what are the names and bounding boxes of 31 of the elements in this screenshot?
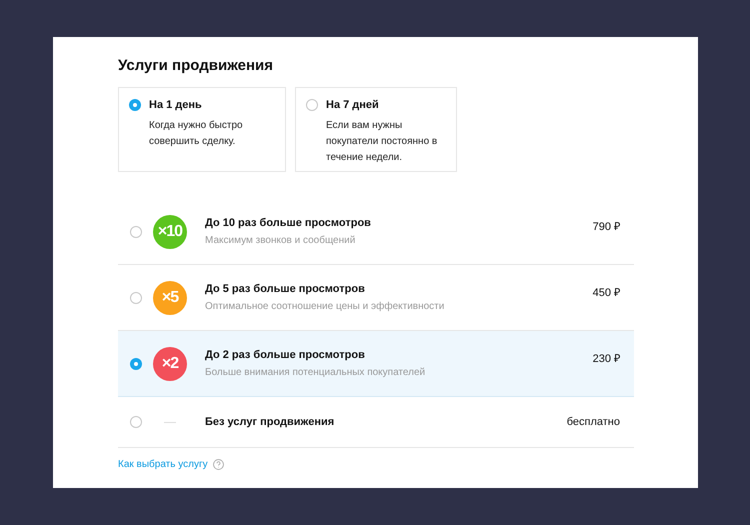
- option-description: Когда нужно быстро совершить сделку.: [149, 119, 244, 149]
- radio-button[interactable]: [130, 358, 142, 370]
- option-title: До 10 раз больше просмотров: [205, 216, 372, 230]
- multiplier-badge: ×10: [153, 214, 187, 248]
- radio-button[interactable]: [130, 416, 142, 428]
- option-price: 450 ₽: [592, 286, 620, 299]
- option-price: 230 ₽: [592, 352, 620, 365]
- option-subtitle: Максимум звонков и сообщений: [205, 234, 356, 248]
- promotion-option[interactable]: Без услуг продвижения бесплатно: [118, 397, 634, 448]
- option-price: бесплатно: [566, 416, 620, 428]
- section-title: Услуги продвижения: [118, 57, 274, 75]
- option-price: 790 ₽: [592, 220, 620, 233]
- radio-button[interactable]: [129, 99, 141, 111]
- multiplier-badge: ×2: [153, 346, 187, 380]
- radio-button[interactable]: [130, 226, 142, 238]
- option-subtitle: Больше внимания потенциальных покупателей: [205, 366, 426, 380]
- duration-option[interactable]: На 7 дней Если вам нужны покупатели постоянно в течение недели.: [295, 87, 457, 172]
- option-label: На 7 дней: [326, 98, 380, 112]
- radio-button[interactable]: [130, 292, 142, 304]
- multiplier-badge: ×5: [153, 280, 187, 314]
- option-title: До 5 раз больше просмотров: [205, 282, 366, 296]
- option-subtitle: Оптимальное соотношение цены и эффективности: [205, 300, 446, 314]
- option-label: На 1 день: [149, 98, 203, 112]
- option-title: До 2 раз больше просмотров: [205, 348, 366, 362]
- promotion-option[interactable]: ×10 До 10 раз больше просмотров Максимум звонков и сообщений 790 ₽: [118, 199, 634, 265]
- promotion-option[interactable]: ×2 До 2 раз больше просмотров Больше внимания потенциальных покупателей 230 ₽: [118, 331, 634, 397]
- option-description: Если вам нужны покупатели постоянно в течение недели.: [326, 119, 438, 165]
- duration-option[interactable]: На 1 день Когда нужно быстро совершить сделку.: [118, 87, 286, 172]
- option-title: Без услуг продвижения: [205, 415, 336, 429]
- help-icon[interactable]: [212, 459, 224, 470]
- radio-button[interactable]: [306, 99, 318, 111]
